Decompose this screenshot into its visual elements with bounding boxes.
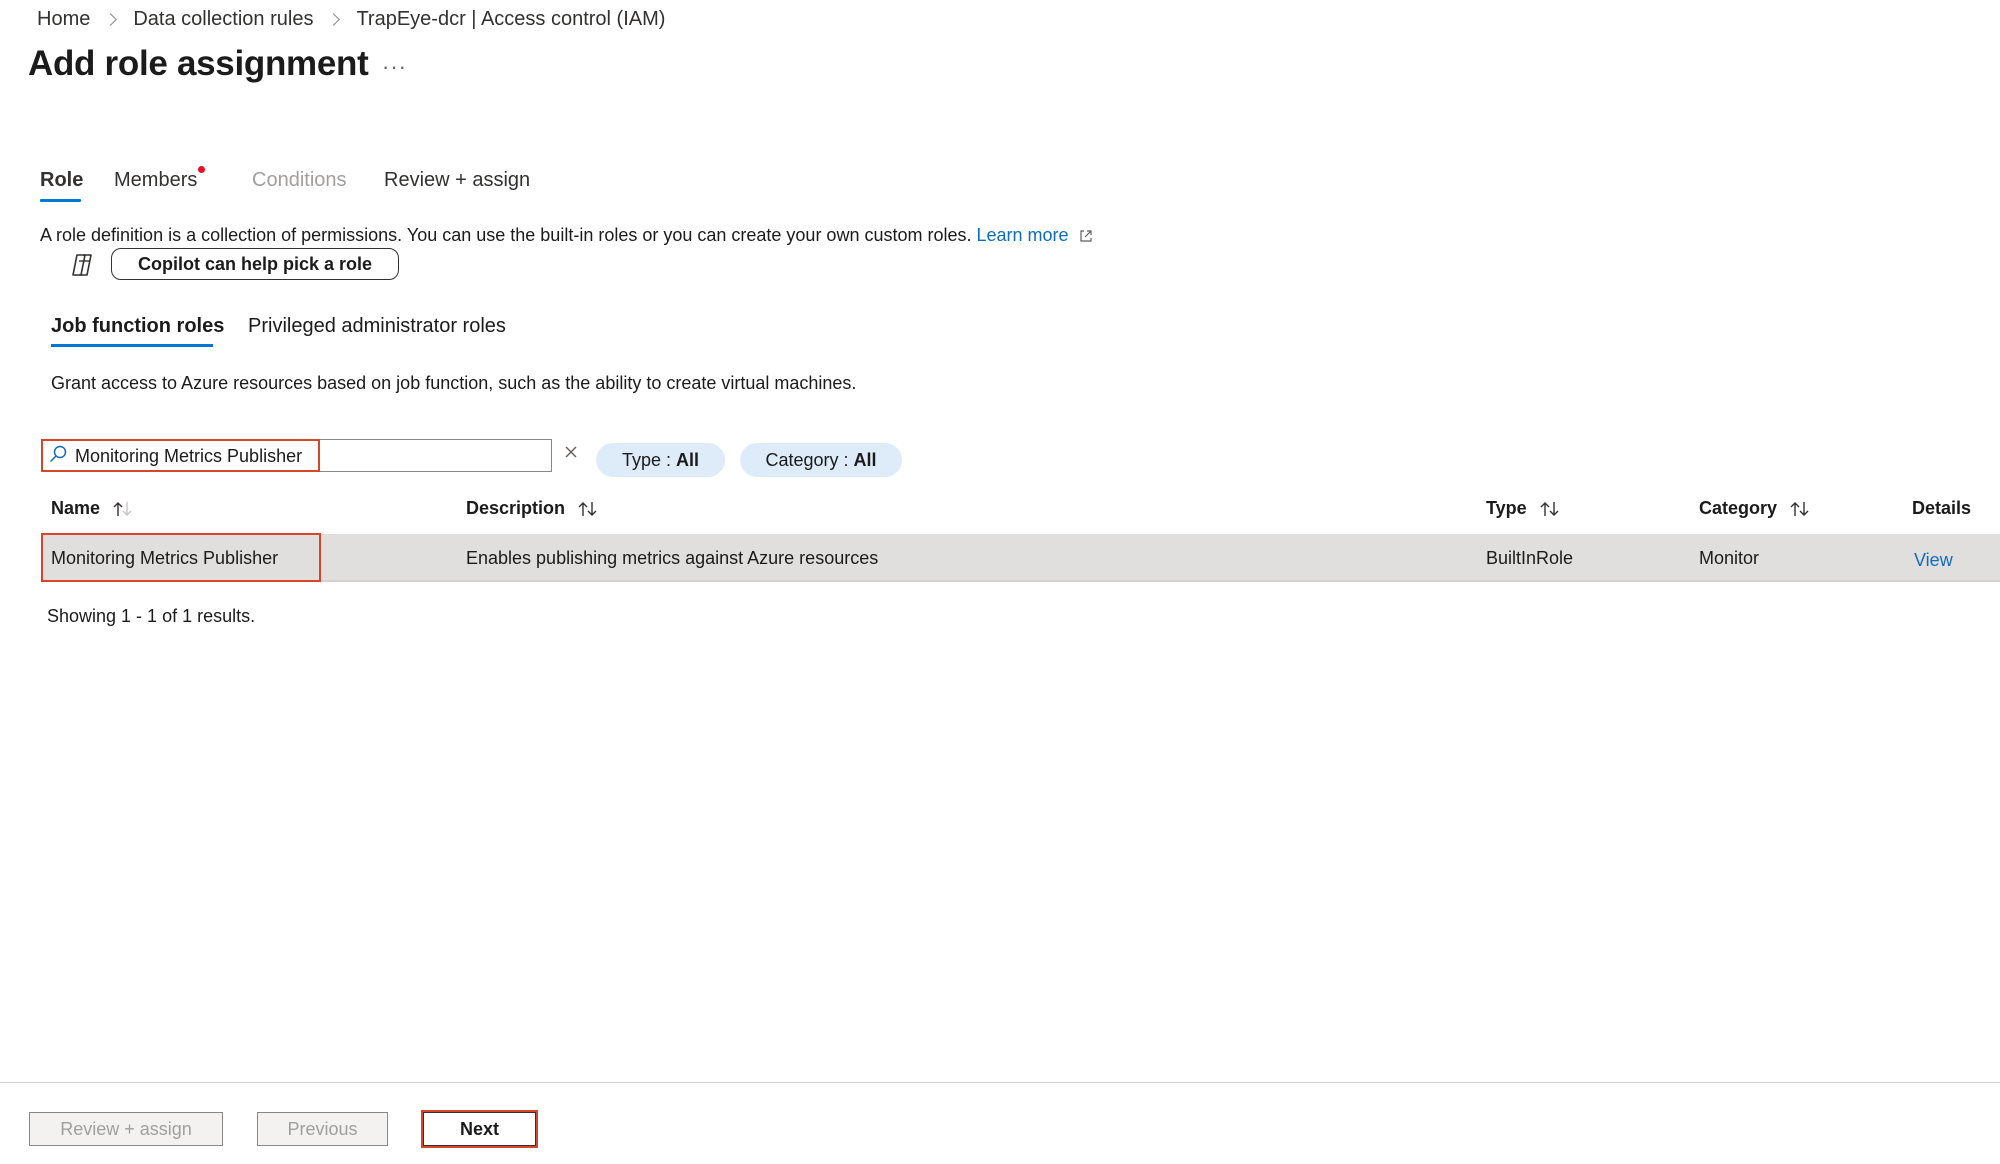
filter-type[interactable]: Type : All	[596, 443, 725, 477]
column-header-name-label: Name	[51, 498, 101, 518]
tab-review-assign[interactable]: Review + assign	[384, 169, 530, 192]
required-dot-icon	[198, 166, 205, 173]
previous-button[interactable]: Previous	[257, 1112, 388, 1146]
tab-conditions: Conditions	[252, 169, 347, 191]
column-header-description-label: Description	[466, 498, 566, 518]
sort-icon	[1540, 501, 1559, 516]
cell-role-name[interactable]: Monitoring Metrics Publisher	[51, 548, 278, 569]
breadcrumb-data-collection-rules[interactable]: Data collection rules	[133, 8, 313, 31]
search-icon	[50, 445, 67, 462]
learn-more-link[interactable]: Learn more	[977, 225, 1069, 245]
breadcrumb-home[interactable]: Home	[37, 8, 90, 31]
column-header-name[interactable]: Name	[51, 498, 134, 519]
view-details-link[interactable]: View	[1914, 550, 1953, 571]
tab-role-underline	[40, 199, 81, 202]
chevron-right-icon	[104, 13, 118, 26]
external-link-icon	[1079, 230, 1092, 242]
column-header-description[interactable]: Description	[466, 498, 599, 519]
cell-type: BuiltInRole	[1486, 548, 1574, 568]
filter-type-value: All	[676, 449, 700, 470]
column-header-category[interactable]: Category	[1699, 498, 1811, 519]
tab-role[interactable]: Role	[40, 169, 83, 192]
column-header-type[interactable]: Type	[1486, 498, 1561, 519]
filter-category-label: Category :	[765, 449, 849, 470]
cell-description: Enables publishing metrics against Azure…	[466, 548, 879, 568]
chevron-right-icon	[327, 13, 341, 26]
results-count: Showing 1 - 1 of 1 results.	[47, 606, 256, 626]
filter-type-label: Type :	[621, 449, 671, 470]
job-function-description: Grant access to Azure resources based on…	[51, 373, 857, 393]
tab-members[interactable]: Members	[114, 169, 197, 192]
filter-category-value: All	[853, 449, 877, 470]
sort-ascending-icon	[113, 501, 132, 516]
cell-category: Monitor	[1699, 548, 1760, 568]
intro-text: A role definition is a collection of per…	[40, 225, 972, 245]
filter-category[interactable]: Category : All	[740, 443, 902, 477]
sort-icon	[578, 501, 597, 516]
next-highlight-box	[421, 1110, 538, 1148]
footer-divider	[0, 1082, 2000, 1083]
column-header-type-label: Type	[1486, 498, 1527, 518]
page-title: Add role assignment	[28, 44, 369, 83]
column-header-details: Details	[1912, 498, 1972, 518]
copilot-icon	[72, 254, 92, 276]
tab-job-function-roles[interactable]: Job function roles	[51, 315, 224, 338]
copilot-pick-role-button[interactable]: Copilot can help pick a role	[111, 248, 399, 280]
more-options-icon[interactable]: ···	[382, 54, 407, 80]
search-value[interactable]: Monitoring Metrics Publisher	[75, 446, 302, 467]
role-definition-description: A role definition is a collection of per…	[40, 225, 1093, 246]
tab-privileged-admin-roles[interactable]: Privileged administrator roles	[248, 315, 506, 338]
review-assign-button[interactable]: Review + assign	[29, 1112, 223, 1146]
breadcrumb-access-control[interactable]: TrapEye-dcr | Access control (IAM)	[356, 8, 665, 31]
tab-job-function-underline	[51, 344, 213, 347]
column-header-category-label: Category	[1699, 498, 1778, 518]
sort-icon	[1790, 501, 1809, 516]
breadcrumb: Home Data collection rules TrapEye-dcr |…	[37, 8, 665, 31]
close-icon[interactable]	[564, 445, 578, 459]
